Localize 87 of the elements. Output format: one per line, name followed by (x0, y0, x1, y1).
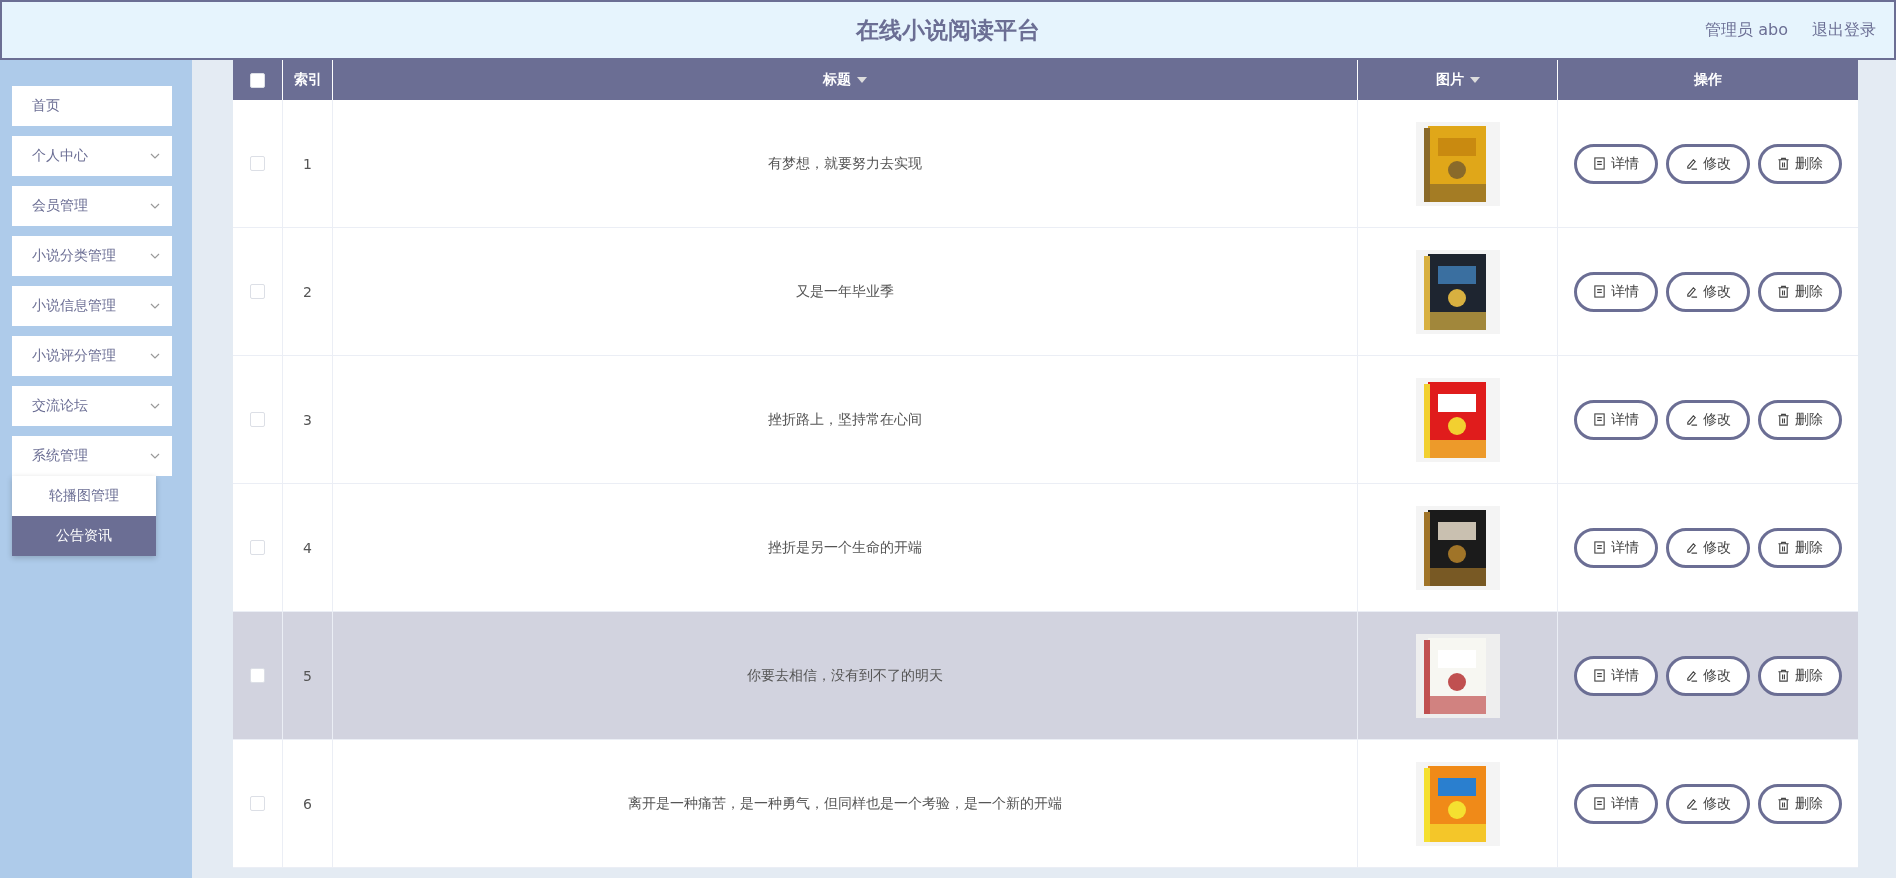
menu-item[interactable]: 系统管理 (12, 436, 172, 476)
title-cell: 又是一年毕业季 (796, 282, 894, 301)
document-icon (1593, 413, 1606, 426)
pencil-icon (1685, 157, 1698, 170)
index-cell: 2 (303, 283, 312, 300)
edit-button[interactable]: 修改 (1666, 527, 1750, 568)
sort-caret-icon[interactable] (857, 77, 867, 83)
menu-item[interactable]: 交流论坛 (12, 386, 172, 426)
submenu-item[interactable]: 公告资讯 (12, 516, 156, 556)
document-icon (1593, 285, 1606, 298)
checkbox[interactable] (250, 668, 265, 683)
trash-icon (1777, 669, 1790, 682)
chevron-icon (150, 203, 160, 209)
delete-button[interactable]: 删除 (1758, 143, 1842, 184)
delete-button[interactable]: 删除 (1758, 271, 1842, 312)
delete-button[interactable]: 删除 (1758, 783, 1842, 824)
checkbox[interactable] (250, 796, 265, 811)
table-row[interactable]: 3 挫折路上，坚持常在心间 详情 修改 删除 (233, 356, 1858, 484)
index-cell: 3 (303, 411, 312, 428)
detail-button[interactable]: 详情 (1574, 783, 1658, 824)
detail-button[interactable]: 详情 (1574, 271, 1658, 312)
column-header: 标题 (823, 71, 851, 89)
user-label: 管理员 abo (1705, 19, 1788, 41)
table-row[interactable]: 4 挫折是另一个生命的开端 详情 修改 删除 (233, 484, 1858, 612)
checkbox[interactable] (250, 412, 265, 427)
table-row[interactable]: 1 有梦想，就要努力去实现 详情 修改 删除 (233, 100, 1858, 228)
delete-button[interactable]: 删除 (1758, 399, 1842, 440)
chevron-icon (150, 153, 160, 159)
detail-button[interactable]: 详情 (1574, 399, 1658, 440)
menu-item[interactable]: 小说评分管理 (12, 336, 172, 376)
pencil-icon (1685, 285, 1698, 298)
checkbox[interactable] (250, 156, 265, 171)
index-cell: 4 (303, 539, 312, 556)
chevron-icon (150, 253, 160, 259)
document-icon (1593, 541, 1606, 554)
chevron-icon (150, 353, 160, 359)
pencil-icon (1685, 541, 1698, 554)
column-header: 索引 (293, 71, 322, 89)
trash-icon (1777, 157, 1790, 170)
submenu-item[interactable]: 轮播图管理 (12, 476, 156, 516)
chevron-icon (150, 453, 160, 459)
menu-item[interactable]: 小说分类管理 (12, 236, 172, 276)
title-cell: 挫折路上，坚持常在心间 (768, 410, 922, 429)
delete-button[interactable]: 删除 (1758, 527, 1842, 568)
trash-icon (1777, 413, 1790, 426)
title-cell: 挫折是另一个生命的开端 (768, 538, 922, 557)
checkbox[interactable] (250, 540, 265, 555)
checkbox[interactable] (250, 72, 265, 88)
column-header: 操作 (1694, 71, 1722, 89)
table-row[interactable]: 6 离开是一种痛苦，是一种勇气，但同样也是一个考验，是一个新的开端 详情 修改 删除 (233, 740, 1858, 868)
menu-item[interactable]: 个人中心 (12, 136, 172, 176)
detail-button[interactable]: 详情 (1574, 527, 1658, 568)
index-cell: 5 (303, 667, 312, 684)
sort-caret-icon[interactable] (1469, 77, 1480, 83)
edit-button[interactable]: 修改 (1666, 783, 1750, 824)
edit-button[interactable]: 修改 (1666, 143, 1750, 184)
edit-button[interactable]: 修改 (1666, 399, 1750, 440)
column-header: 图片 (1435, 71, 1464, 89)
detail-button[interactable]: 详情 (1574, 143, 1658, 184)
chevron-icon (150, 303, 160, 309)
edit-button[interactable]: 修改 (1666, 655, 1750, 696)
title-cell: 离开是一种痛苦，是一种勇气，但同样也是一个考验，是一个新的开端 (628, 794, 1062, 813)
document-icon (1593, 669, 1606, 682)
menu-item[interactable]: 会员管理 (12, 186, 172, 226)
delete-button[interactable]: 删除 (1758, 655, 1842, 696)
site-title: 在线小说阅读平台 (856, 15, 1040, 45)
menu-item[interactable]: 小说信息管理 (12, 286, 172, 326)
pencil-icon (1685, 413, 1698, 426)
index-cell: 6 (303, 795, 312, 812)
edit-button[interactable]: 修改 (1666, 271, 1750, 312)
chevron-icon (150, 403, 160, 409)
table-row[interactable]: 5 你要去相信，没有到不了的明天 详情 修改 删除 (233, 612, 1858, 740)
detail-button[interactable]: 详情 (1574, 655, 1658, 696)
document-icon (1593, 157, 1606, 170)
document-icon (1593, 797, 1606, 810)
trash-icon (1777, 285, 1790, 298)
checkbox[interactable] (250, 284, 265, 299)
menu-item[interactable]: 首页 (12, 86, 172, 126)
index-cell: 1 (303, 155, 312, 172)
title-cell: 你要去相信，没有到不了的明天 (747, 666, 943, 685)
trash-icon (1777, 797, 1790, 810)
trash-icon (1777, 541, 1790, 554)
title-cell: 有梦想，就要努力去实现 (768, 154, 922, 173)
logout-link[interactable]: 退出登录 (1812, 19, 1876, 41)
pencil-icon (1685, 797, 1698, 810)
table-row[interactable]: 2 又是一年毕业季 详情 修改 删除 (233, 228, 1858, 356)
pencil-icon (1685, 669, 1698, 682)
